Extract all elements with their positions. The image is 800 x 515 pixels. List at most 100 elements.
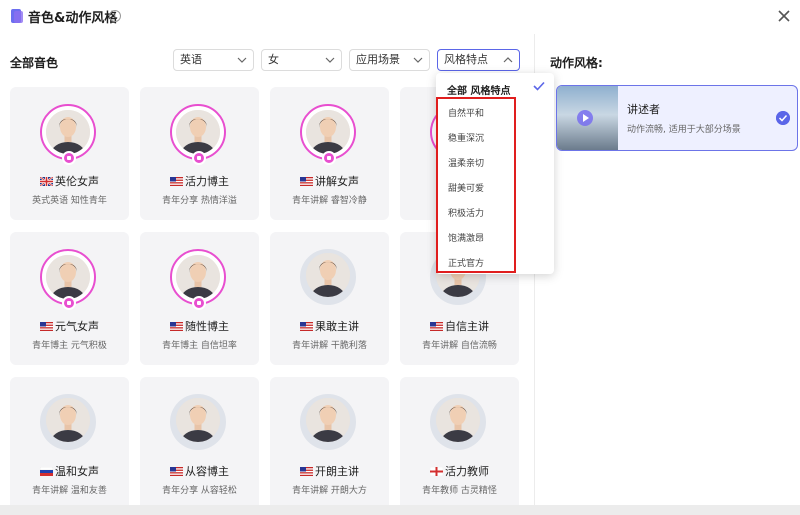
- favorite-badge-icon: [62, 296, 76, 310]
- voice-card[interactable]: 果敢主讲 青年讲解 干脆利落: [270, 232, 389, 365]
- avatar: [170, 394, 226, 450]
- avatar-image: [176, 110, 220, 154]
- voice-name-text: 英伦女声: [55, 175, 99, 188]
- avatar: [40, 394, 96, 450]
- voice-name-text: 讲解女声: [315, 175, 359, 188]
- style-card-selected[interactable]: 讲述者 动作流畅, 适用于大部分场景: [556, 85, 798, 151]
- voice-name: 活力博主: [140, 173, 259, 189]
- voice-card[interactable]: 从容博主青年分享 从容轻松: [140, 377, 259, 510]
- avatar-image: [46, 110, 90, 154]
- voice-section-title: 全部音色: [10, 56, 59, 70]
- avatar: [170, 104, 226, 165]
- us-flag-icon: [300, 177, 313, 186]
- voice-card[interactable]: 讲解女声青年讲解 睿智冷静: [270, 87, 389, 220]
- dropdown-option[interactable]: 甜美可爱: [448, 181, 484, 194]
- gender-filter-value: 女: [268, 53, 279, 66]
- language-filter[interactable]: 英语: [173, 49, 254, 71]
- chevron-down-icon: [413, 57, 423, 63]
- close-icon[interactable]: [774, 6, 794, 26]
- scene-filter[interactable]: 应用场景: [349, 49, 430, 71]
- avatar-image: [46, 255, 90, 299]
- us-flag-icon: [170, 177, 183, 186]
- voice-name: 果敢主讲: [270, 318, 389, 334]
- voice-desc: 青年教师 古灵精怪: [422, 486, 497, 496]
- avatar-image: [176, 398, 220, 442]
- voice-name-text: 活力教师: [445, 465, 489, 478]
- avatar-image: [306, 398, 350, 442]
- voice-name-text: 元气女声: [55, 320, 99, 333]
- favorite-badge-icon: [192, 151, 206, 165]
- dropdown-option[interactable]: 正式官方: [448, 256, 484, 269]
- voice-name: 随性博主: [140, 318, 259, 334]
- us-flag-icon: [430, 322, 443, 331]
- voice-card[interactable]: 元气女声青年博主 元气积极: [10, 232, 129, 365]
- dropdown-option[interactable]: 饱满激昂: [448, 231, 484, 244]
- avatar: [170, 249, 226, 310]
- us-flag-icon: [300, 467, 313, 476]
- avatar-image: [176, 255, 220, 299]
- ru-flag-icon: [40, 467, 53, 476]
- chevron-down-icon: [325, 57, 335, 63]
- voice-card[interactable]: 开朗主讲青年讲解 开朗大方: [270, 377, 389, 510]
- style-dropdown-menu: 全部 风格特点 自然平和 稳重深沉 温柔亲切 甜美可爱 积极活力 饱满激昂 正式…: [436, 73, 554, 274]
- dropdown-option-all[interactable]: 全部 风格特点: [447, 82, 510, 97]
- us-flag-icon: [300, 322, 313, 331]
- voice-name: 从容博主: [140, 463, 259, 479]
- voice-card[interactable]: 活力教师青年教师 古灵精怪: [400, 377, 519, 510]
- us-flag-icon: [40, 322, 53, 331]
- dropdown-option[interactable]: 积极活力: [448, 206, 484, 219]
- avatar-image: [46, 398, 90, 442]
- voice-name: 自信主讲: [400, 318, 519, 334]
- style-filter[interactable]: 风格特点: [437, 49, 520, 71]
- favorite-badge-icon: [322, 151, 336, 165]
- avatar: [40, 249, 96, 310]
- avatar: [40, 104, 96, 165]
- voice-name-text: 温和女声: [55, 465, 99, 478]
- voice-desc: 青年分享 从容轻松: [162, 486, 237, 496]
- favorite-badge-icon: [62, 151, 76, 165]
- style-filter-value: 风格特点: [444, 53, 488, 66]
- avatar-image: [306, 110, 350, 154]
- voice-desc: 英式英语 知性青年: [32, 196, 107, 206]
- voice-desc: 青年讲解 睿智冷静: [292, 196, 367, 206]
- voice-name: 开朗主讲: [270, 463, 389, 479]
- avatar: [300, 104, 356, 165]
- voice-card[interactable]: 英伦女声英式英语 知性青年: [10, 87, 129, 220]
- voice-desc: 青年讲解 开朗大方: [292, 486, 367, 496]
- uk-flag-icon: [40, 177, 53, 186]
- horizontal-scrollbar[interactable]: [0, 505, 800, 515]
- ge-flag-icon: [430, 467, 443, 476]
- voice-name-text: 自信主讲: [445, 320, 489, 333]
- voice-desc: 青年博主 自信坦率: [162, 341, 237, 351]
- dropdown-option[interactable]: 自然平和: [448, 106, 484, 119]
- voice-card[interactable]: 活力博主 青年分享 热情洋溢: [140, 87, 259, 220]
- voice-card[interactable]: 温和女声青年讲解 温和友善: [10, 377, 129, 510]
- chevron-up-icon: [503, 57, 513, 63]
- book-logo-icon: [11, 9, 23, 23]
- voice-name: 元气女声: [10, 318, 129, 334]
- avatar: [430, 394, 486, 450]
- style-thumbnail: [557, 86, 618, 150]
- voice-card[interactable]: 随性博主青年博主 自信坦率: [140, 232, 259, 365]
- us-flag-icon: [170, 322, 183, 331]
- voice-name: 温和女声: [10, 463, 129, 479]
- play-icon[interactable]: [577, 110, 593, 126]
- dropdown-option[interactable]: 温柔亲切: [448, 156, 484, 169]
- avatar-image: [306, 253, 350, 297]
- voice-desc: 青年讲解 温和友善: [32, 486, 107, 496]
- avatar-image: [436, 398, 480, 442]
- check-icon: [533, 81, 545, 91]
- language-filter-value: 英语: [180, 53, 202, 66]
- dropdown-option[interactable]: 稳重深沉: [448, 131, 484, 144]
- avatar: [300, 249, 356, 305]
- voice-desc: 青年博主 元气积极: [32, 341, 107, 351]
- voice-desc: 青年讲解 自信流畅: [422, 341, 497, 351]
- selected-check-icon: [776, 111, 790, 125]
- gender-filter[interactable]: 女: [261, 49, 342, 71]
- avatar: [300, 394, 356, 450]
- voice-name-text: 开朗主讲: [315, 465, 359, 478]
- info-icon[interactable]: i: [109, 10, 121, 22]
- voice-name-text: 活力博主: [185, 175, 229, 188]
- chevron-down-icon: [237, 57, 247, 63]
- dialog-header: 音色&动作风格 i: [0, 0, 800, 34]
